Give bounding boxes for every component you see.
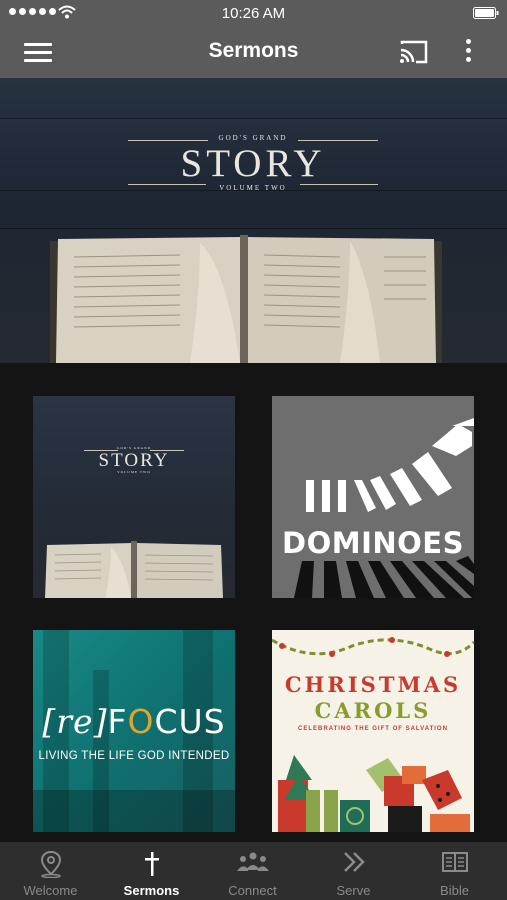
bottom-tab-bar: Welcome Sermons Connect Serve Bible <box>0 842 507 900</box>
tab-label: Connect <box>228 883 277 898</box>
series-bottom-text: VOLUME TWO <box>219 184 287 192</box>
tile-subtitle: LIVING THE LIFE GOD INTENDED <box>38 750 230 762</box>
focus-reticle-icon: O <box>127 702 155 741</box>
cross-icon <box>144 852 159 876</box>
series-tile-dominoes[interactable]: DOMINOES <box>272 396 474 598</box>
tab-serve[interactable]: Serve <box>303 842 404 900</box>
status-time: 10:26 AM <box>221 5 286 22</box>
series-tile-gods-grand-story[interactable]: GOD'S GRAND STORY VOLUME TWO <box>33 396 235 598</box>
tab-bible[interactable]: Bible <box>404 842 505 900</box>
tile-title-prefix: [re] <box>42 702 108 741</box>
more-options-icon[interactable] <box>458 39 478 65</box>
book-icon <box>441 852 468 872</box>
series-tile-refocus[interactable]: [re]FOCUS LIVING THE LIFE GOD INTENDED <box>33 630 235 832</box>
open-bible-image <box>45 541 223 598</box>
tile-title-end: CUS <box>154 702 226 741</box>
tab-connect[interactable]: Connect <box>202 842 303 900</box>
app-bar: Sermons <box>0 26 507 78</box>
tile-title-line2: CAROLS <box>314 698 432 723</box>
tile-title: [re]FOCUS <box>33 702 235 741</box>
tile-title-part: F <box>107 702 128 741</box>
tab-label: Bible <box>440 883 469 898</box>
open-bible-image <box>50 235 442 363</box>
tile-title-line1: CHRISTMAS <box>284 672 462 697</box>
featured-series-banner[interactable]: GOD'S GRAND STORY VOLUME TWO <box>0 78 507 363</box>
dominoes-artwork <box>294 418 474 598</box>
series-logo: GOD'S GRAND STORY VOLUME TWO <box>128 134 378 194</box>
series-logo: GOD'S GRAND STORY VOLUME TWO <box>84 446 184 476</box>
cast-icon[interactable] <box>398 38 430 66</box>
tile-title: STORY <box>98 450 170 471</box>
tab-label: Welcome <box>23 883 78 898</box>
tab-welcome[interactable]: Welcome <box>0 842 101 900</box>
battery-icon <box>473 7 499 19</box>
double-chevron-icon <box>343 852 365 872</box>
location-pin-icon <box>40 850 61 878</box>
tile-subtitle: CELEBRATING THE GIFT OF SALVATION <box>298 726 448 732</box>
tab-label: Serve <box>336 883 371 898</box>
tab-label: Sermons <box>123 883 180 898</box>
series-title: STORY <box>180 142 326 185</box>
tile-title: DOMINOES <box>282 526 464 560</box>
page-title: Sermons <box>208 39 299 62</box>
status-bar: 10:26 AM <box>0 0 507 26</box>
series-tile-christmas-carols[interactable]: CHRISTMAS CAROLS CELEBRATING THE GIFT OF… <box>272 630 474 832</box>
people-icon <box>236 852 269 871</box>
tab-sermons[interactable]: Sermons <box>101 842 202 900</box>
